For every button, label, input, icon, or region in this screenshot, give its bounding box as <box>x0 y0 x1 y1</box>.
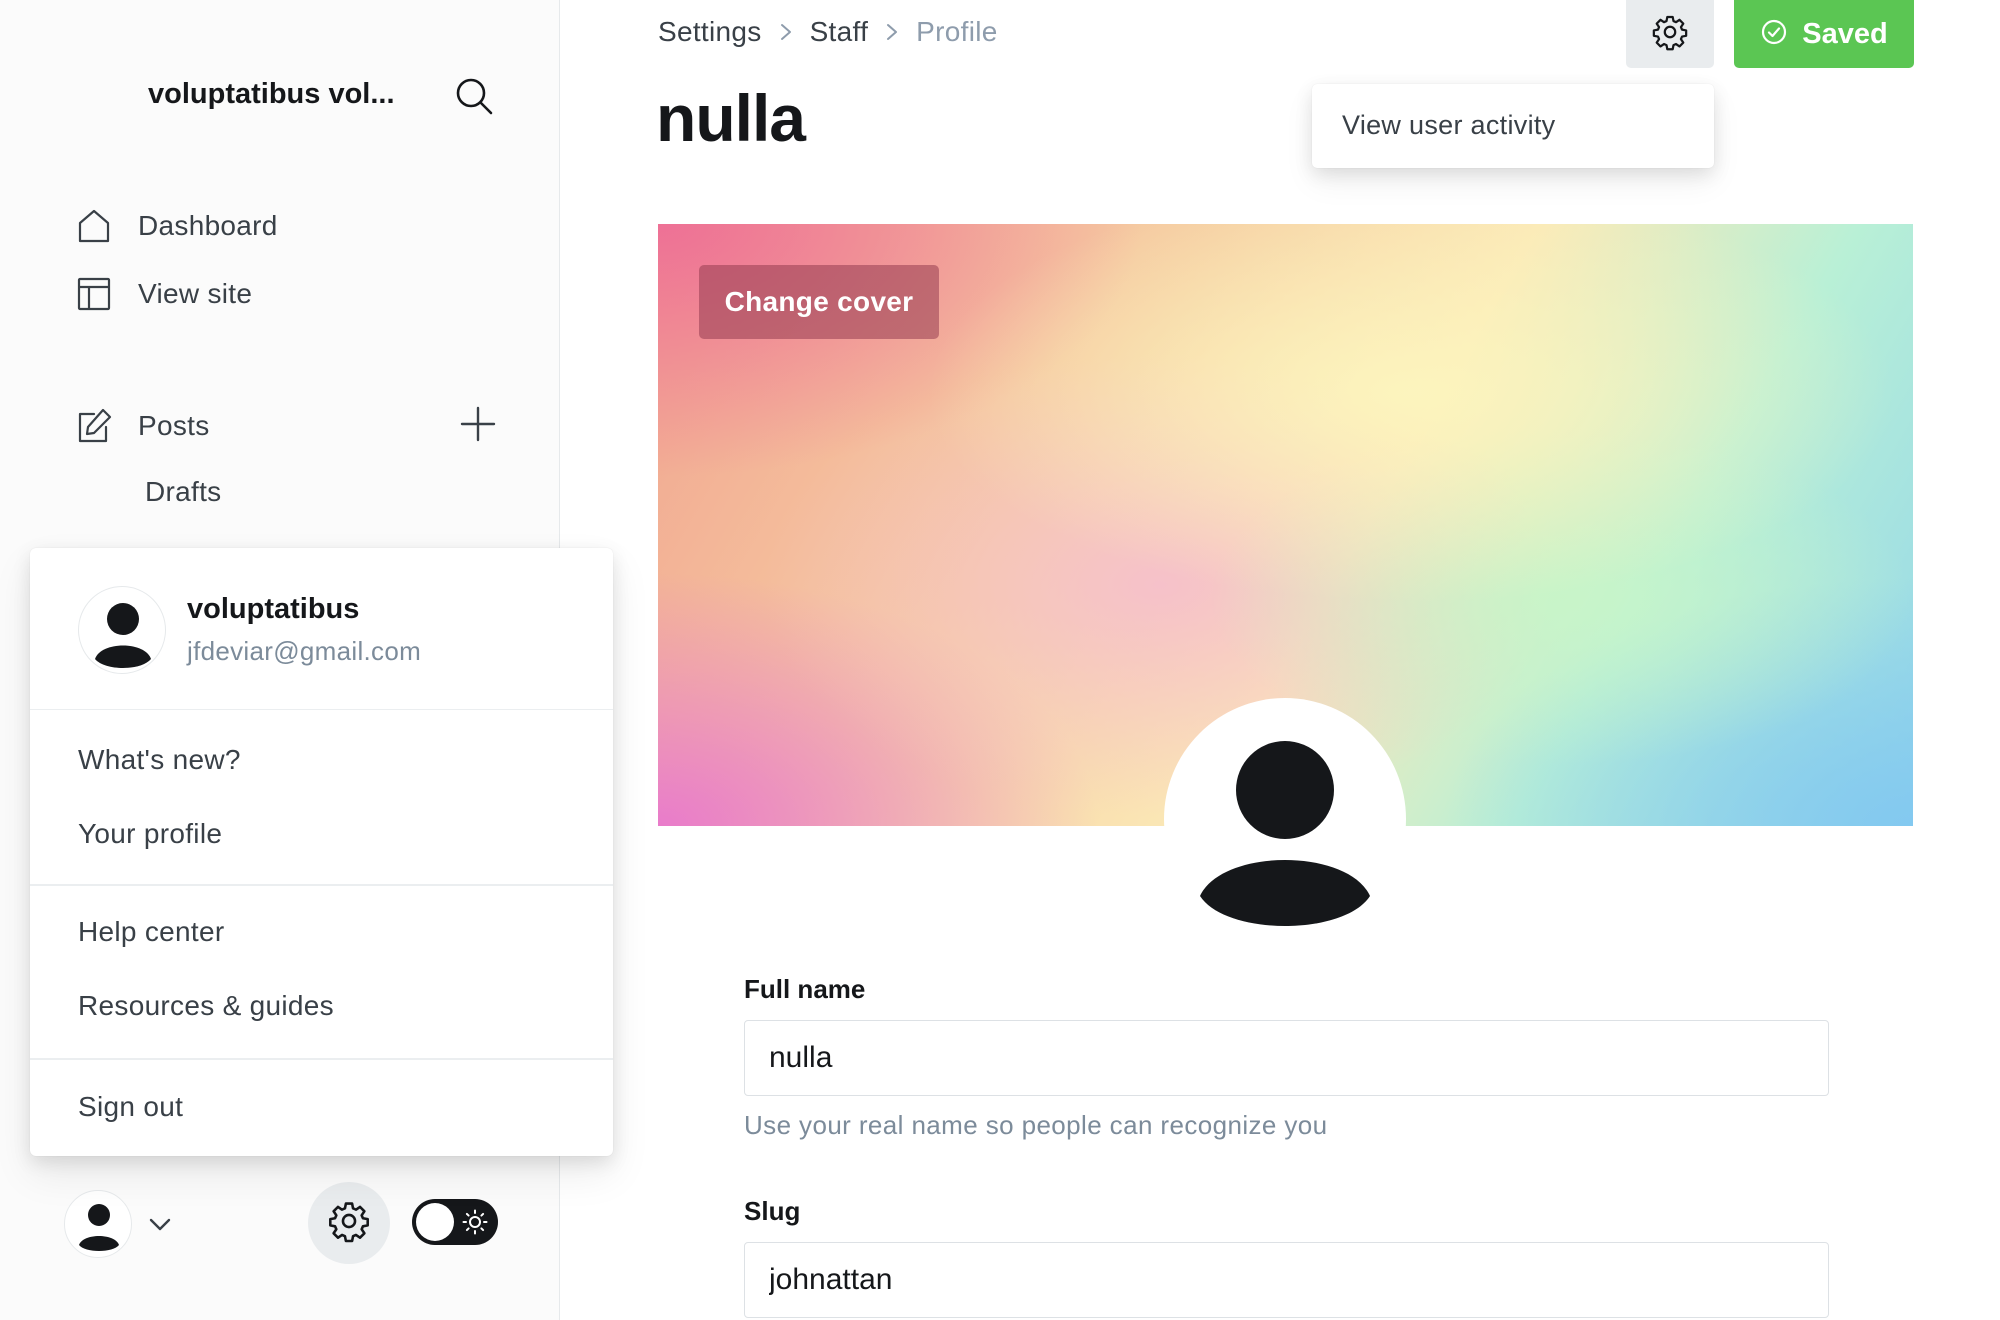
home-icon <box>72 204 116 248</box>
sidebar-item-label: Dashboard <box>138 210 278 241</box>
slug-label: Slug <box>744 1196 801 1226</box>
sidebar-item-view-site[interactable]: View site <box>72 270 252 318</box>
sidebar-item-label: View site <box>138 278 253 309</box>
user-actions-menu: View user activity <box>1312 84 1714 168</box>
sidebar-item-drafts[interactable]: Drafts <box>145 476 221 508</box>
full-name-hint: Use your real name so people can recogni… <box>744 1110 1328 1140</box>
toggle-knob <box>416 1203 454 1241</box>
chevron-right-icon <box>874 20 910 44</box>
sidebar-item-posts[interactable]: Posts <box>72 402 210 450</box>
sidebar-item-label: Posts <box>138 410 210 441</box>
full-name-label: Full name <box>744 974 866 1004</box>
change-cover-button[interactable]: Change cover <box>699 265 939 339</box>
menu-item-help-center[interactable]: Help center <box>78 916 225 948</box>
breadcrumb: Settings Staff Profile <box>658 16 998 48</box>
plus-icon[interactable] <box>458 404 498 444</box>
theme-toggle[interactable] <box>412 1199 498 1245</box>
layout-icon <box>72 272 116 316</box>
site-title[interactable]: voluptatibus vol... <box>148 78 395 111</box>
edit-icon <box>72 404 116 448</box>
chevron-right-icon <box>768 20 804 44</box>
search-icon[interactable] <box>452 74 496 118</box>
user-menu-header: voluptatibus jfdeviar@gmail.com <box>30 548 613 710</box>
user-menu: voluptatibus jfdeviar@gmail.com What's n… <box>30 548 613 1156</box>
menu-item-your-profile[interactable]: Your profile <box>78 818 222 850</box>
user-name: voluptatibus <box>187 593 360 625</box>
saved-button[interactable]: Saved <box>1734 0 1914 68</box>
settings-button[interactable] <box>308 1182 390 1264</box>
full-name-input[interactable] <box>744 1020 1829 1096</box>
user-avatar-icon[interactable] <box>64 1190 132 1258</box>
gear-icon <box>1651 13 1689 56</box>
slug-input[interactable] <box>744 1242 1829 1318</box>
check-circle-icon <box>1760 18 1788 51</box>
menu-item-sign-out[interactable]: Sign out <box>78 1091 183 1123</box>
saved-label: Saved <box>1802 17 1888 50</box>
divider <box>30 884 613 886</box>
sun-icon <box>462 1209 488 1235</box>
profile-picture[interactable] <box>1164 698 1406 940</box>
breadcrumb-staff[interactable]: Staff <box>810 16 869 48</box>
chevron-down-icon[interactable] <box>146 1210 174 1238</box>
sidebar-item-dashboard[interactable]: Dashboard <box>72 202 278 250</box>
menu-item-view-user-activity[interactable]: View user activity <box>1342 110 1555 141</box>
menu-item-whats-new[interactable]: What's new? <box>78 744 241 776</box>
page-title: nulla <box>656 81 806 155</box>
divider <box>30 1058 613 1060</box>
user-email: jfdeviar@gmail.com <box>187 636 422 666</box>
breadcrumb-settings[interactable]: Settings <box>658 16 762 48</box>
user-actions-button[interactable] <box>1626 0 1714 68</box>
menu-item-resources-guides[interactable]: Resources & guides <box>78 990 334 1022</box>
breadcrumb-profile: Profile <box>916 16 998 47</box>
user-avatar-icon <box>78 586 166 674</box>
gear-icon <box>327 1199 371 1248</box>
